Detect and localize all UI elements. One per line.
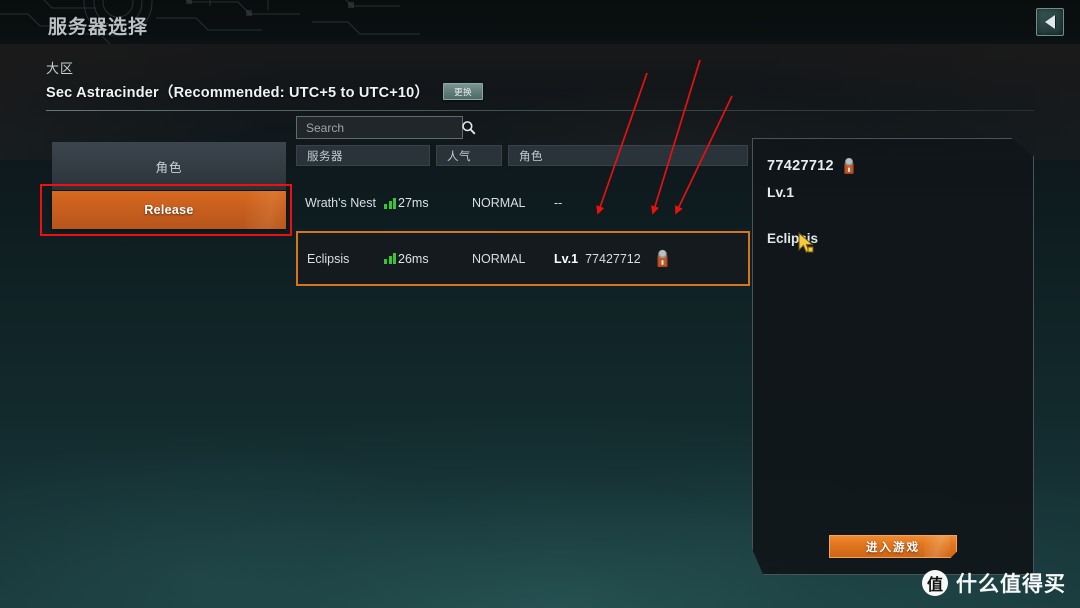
- character-avatar-icon: [657, 249, 668, 267]
- signal-bars-icon: [384, 197, 396, 209]
- sidebar-item-label: 角色: [155, 160, 183, 175]
- watermark-text: 什么值得买: [956, 573, 1066, 596]
- server-name: Eclipsis: [307, 251, 350, 266]
- server-character: Lv.1 77427712: [554, 249, 748, 268]
- server-ping: 26ms: [384, 252, 472, 266]
- watermark-logo: 值: [922, 570, 948, 596]
- character-avatar-icon: [844, 157, 854, 174]
- ping-value: 26ms: [398, 251, 429, 266]
- signal-bars-icon: [384, 253, 396, 264]
- search-box[interactable]: [296, 116, 476, 139]
- ping-value: 27ms: [398, 196, 429, 210]
- page-title: 服务器选择: [48, 17, 149, 38]
- region-label: 大区: [46, 61, 75, 76]
- watermark: 值 什么值得买: [922, 568, 1066, 598]
- search-icon: [462, 121, 476, 135]
- character-uid: 77427712: [767, 158, 834, 174]
- enter-game-label: 进入游戏: [866, 541, 920, 554]
- server-name: Wrath's Nest: [305, 196, 376, 210]
- search-input[interactable]: [306, 120, 461, 135]
- section-divider: [46, 110, 1034, 111]
- character-uid-row: 77427712: [767, 157, 855, 175]
- server-popularity: NORMAL: [472, 251, 526, 266]
- table-row[interactable]: Wrath's Nest 27ms NORMAL --: [296, 176, 750, 230]
- character-detail-panel: 77427712 Lv.1 Eclipsis: [752, 138, 1034, 575]
- sidebar-item-character[interactable]: 角色: [52, 142, 286, 190]
- title-bar: 服务器选择: [0, 0, 1080, 44]
- character-level: Lv.1: [554, 251, 579, 266]
- column-header-server[interactable]: 服务器: [296, 145, 430, 166]
- sidebar-item-label: Release: [144, 203, 194, 217]
- enter-game-button[interactable]: 进入游戏: [829, 535, 957, 558]
- character-server-name: Eclipsis: [767, 231, 819, 246]
- back-button[interactable]: [1036, 8, 1064, 36]
- region-row: Sec Astracinder（Recommended: UTC+5 to UT…: [46, 81, 484, 102]
- column-header-popularity[interactable]: 人气: [436, 145, 502, 166]
- sidebar-item-release[interactable]: Release: [52, 191, 286, 229]
- change-region-button[interactable]: 更换: [443, 83, 484, 100]
- back-arrow-icon: [1045, 15, 1055, 29]
- server-character: --: [554, 196, 750, 210]
- character-uid: --: [554, 196, 563, 210]
- character-level: Lv.1: [767, 184, 794, 200]
- table-row[interactable]: Eclipsis 26ms NORMAL Lv.1 77427712: [296, 231, 750, 286]
- server-ping: 27ms: [384, 196, 472, 210]
- column-header-character[interactable]: 角色: [508, 145, 748, 166]
- server-selection-screen: 服务器选择 大区 Sec Astracinder（Recommended: UT…: [0, 0, 1080, 608]
- region-name: Sec Astracinder（Recommended: UTC+5 to UT…: [46, 85, 430, 101]
- server-popularity: NORMAL: [472, 196, 526, 210]
- character-uid: 77427712: [585, 251, 641, 266]
- table-column-headers: 服务器 人气 角色: [296, 145, 750, 166]
